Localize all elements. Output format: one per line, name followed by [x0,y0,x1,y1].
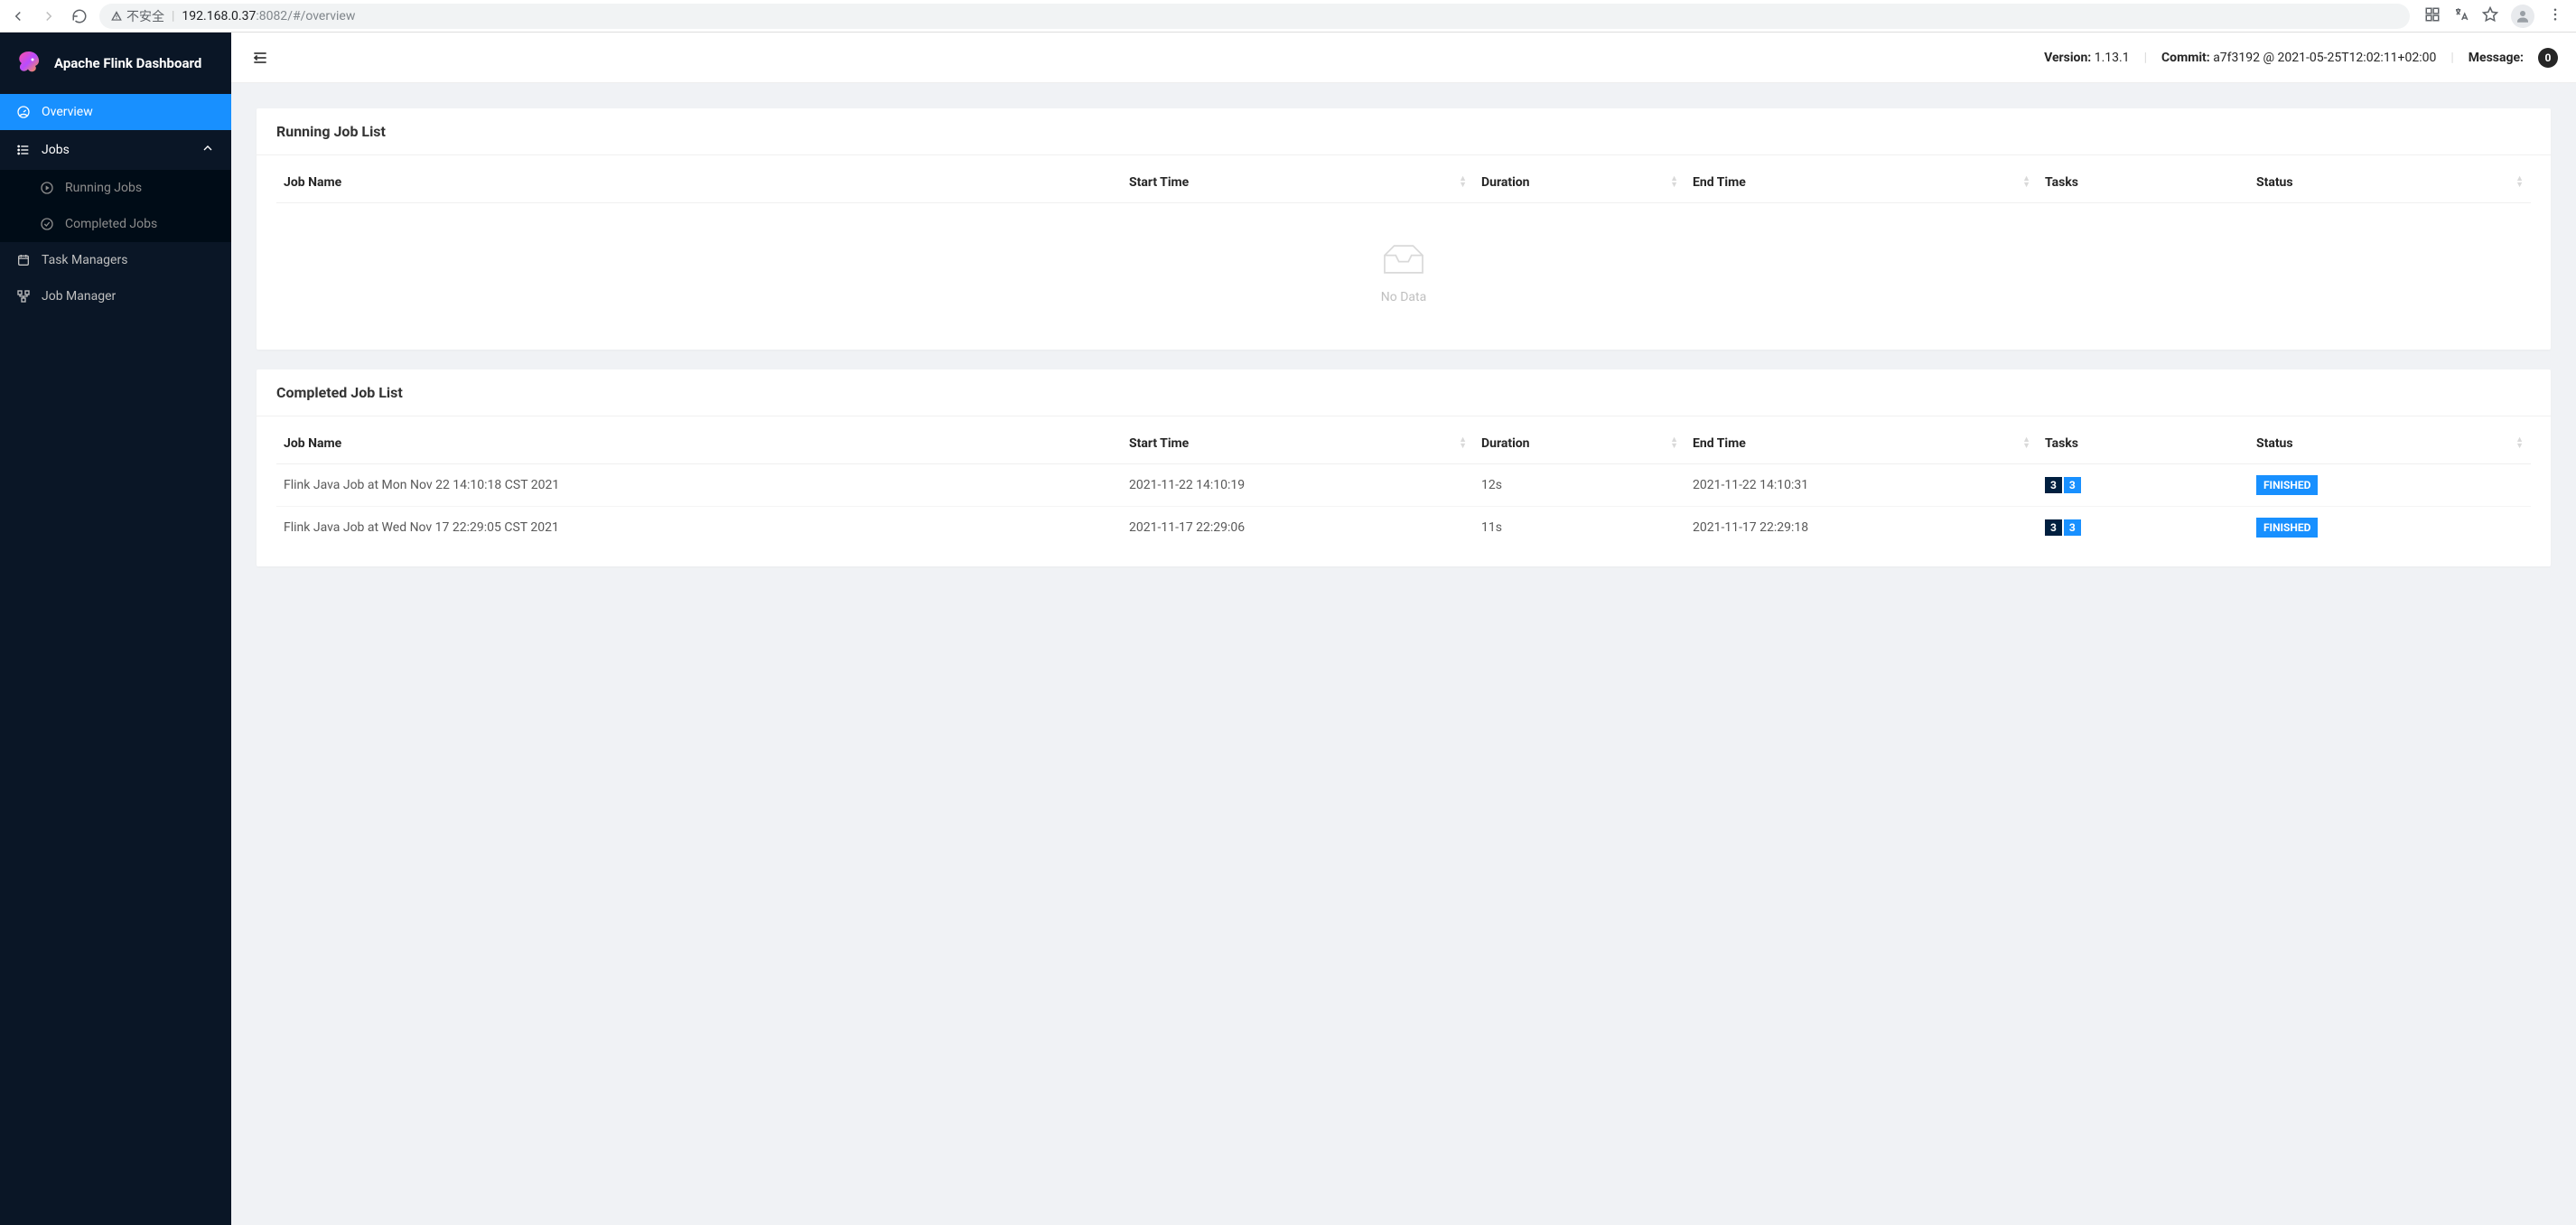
cell-tasks: 33 [2038,507,2249,549]
col-job-name[interactable]: Job Name [276,163,1122,203]
brand-title: Apache Flink Dashboard [54,55,201,71]
bookmark-star-icon[interactable] [2482,6,2498,26]
cell-start-time: 2021-11-22 14:10:19 [1122,464,1474,507]
empty-state: No Data [276,203,2531,332]
col-job-name[interactable]: Job Name [276,424,1122,464]
completed-job-list-card: Completed Job List Job Name Start Time▲▼… [257,369,2551,566]
cell-end-time: 2021-11-22 14:10:31 [1685,464,2038,507]
sidebar-item-label: Jobs [42,143,70,157]
reload-button[interactable] [69,5,90,27]
list-icon [16,143,31,157]
cluster-icon [16,289,31,304]
chevron-up-icon [201,141,215,159]
sort-icon: ▲▼ [2022,176,2030,189]
col-status[interactable]: Status▲▼ [2249,163,2531,203]
check-circle-icon [40,217,54,231]
col-duration[interactable]: Duration▲▼ [1474,424,1685,464]
cell-duration: 12s [1474,464,1685,507]
sort-icon: ▲▼ [2022,437,2030,450]
browser-chrome-bar: 不安全 | 192.168.0.37:8082/#/overview [0,0,2576,33]
insecure-site-indicator: 不安全 [110,7,164,25]
commit-block: Commit: a7f3192 @ 2021-05-25T12:02:11+02… [2161,51,2436,65]
col-end-time[interactable]: End Time▲▼ [1685,424,2038,464]
sidebar-item-label: Completed Jobs [65,217,157,231]
cell-duration: 11s [1474,507,1685,549]
sidebar-item-label: Overview [42,105,93,119]
col-start-time[interactable]: Start Time▲▼ [1122,424,1474,464]
status-badge: FINISHED [2256,518,2318,538]
sidebar-collapse-button[interactable] [249,47,271,69]
table-row[interactable]: Flink Java Job at Mon Nov 22 14:10:18 CS… [276,464,2531,507]
cell-job-name: Flink Java Job at Wed Nov 17 22:29:05 CS… [276,507,1122,549]
completed-jobs-table: Job Name Start Time▲▼ Duration▲▼ End Tim… [276,424,2531,548]
sidebar-item-completed-jobs[interactable]: Completed Jobs [0,206,231,242]
translate-icon[interactable] [2453,6,2469,26]
table-row[interactable]: Flink Java Job at Wed Nov 17 22:29:05 CS… [276,507,2531,549]
play-circle-icon [40,181,54,195]
sort-icon: ▲▼ [1459,437,1467,450]
col-tasks[interactable]: Tasks [2038,424,2249,464]
sort-icon: ▲▼ [1670,437,1678,450]
browser-action-icons [2419,5,2569,28]
cell-job-name: Flink Java Job at Mon Nov 22 14:10:18 CS… [276,464,1122,507]
cell-start-time: 2021-11-17 22:29:06 [1122,507,1474,549]
col-tasks[interactable]: Tasks [2038,163,2249,203]
version-block: Version: 1.13.1 [2044,51,2129,65]
sort-icon: ▲▼ [1670,176,1678,189]
card-header: Completed Job List [257,369,2551,416]
sort-icon: ▲▼ [2515,176,2524,189]
sidebar-item-overview[interactable]: Overview [0,94,231,130]
running-jobs-table: Job Name Start Time▲▼ Duration▲▼ End Tim… [276,163,2531,203]
status-badge: FINISHED [2256,475,2318,495]
brand[interactable]: Apache Flink Dashboard [0,33,231,94]
sidebar-item-job-manager[interactable]: Job Manager [0,278,231,314]
sidebar-submenu-jobs: Running Jobs Completed Jobs [0,170,231,242]
back-button[interactable] [7,5,29,27]
sidebar: Apache Flink Dashboard Overview Jobs Run… [0,33,231,1225]
message-count-badge[interactable]: 0 [2538,48,2558,68]
sidebar-item-label: Running Jobs [65,181,142,195]
col-end-time[interactable]: End Time▲▼ [1685,163,2038,203]
insecure-label: 不安全 [126,7,164,25]
sidebar-item-label: Job Manager [42,289,116,304]
cell-tasks: 33 [2038,464,2249,507]
empty-box-icon [1378,239,1429,279]
sidebar-item-jobs[interactable]: Jobs [0,130,231,170]
col-status[interactable]: Status▲▼ [2249,424,2531,464]
sidebar-menu: Overview Jobs Running Jobs Completed Job… [0,94,231,314]
sidebar-item-running-jobs[interactable]: Running Jobs [0,170,231,206]
sidebar-item-task-managers[interactable]: Task Managers [0,242,231,278]
col-start-time[interactable]: Start Time▲▼ [1122,163,1474,203]
sort-icon: ▲▼ [1459,176,1467,189]
topbar: Version: 1.13.1 | Commit: a7f3192 @ 2021… [231,33,2576,83]
col-duration[interactable]: Duration▲▼ [1474,163,1685,203]
main-area: Version: 1.13.1 | Commit: a7f3192 @ 2021… [231,33,2576,1225]
forward-button[interactable] [38,5,60,27]
profile-avatar-icon[interactable] [2511,5,2534,28]
sidebar-item-label: Task Managers [42,253,127,267]
cell-end-time: 2021-11-17 22:29:18 [1685,507,2038,549]
empty-label: No Data [1381,290,1426,304]
url-text: 192.168.0.37:8082/#/overview [182,9,355,23]
kebab-menu-icon[interactable] [2547,6,2563,26]
flink-logo-icon [14,49,43,78]
address-bar[interactable]: 不安全 | 192.168.0.37:8082/#/overview [99,4,2410,29]
sort-icon: ▲▼ [2515,437,2524,450]
cell-status: FINISHED [2249,464,2531,507]
message-block: Message: [2469,51,2524,65]
cell-status: FINISHED [2249,507,2531,549]
menu-fold-icon [251,49,269,67]
schedule-icon [16,253,31,267]
card-header: Running Job List [257,108,2551,155]
install-app-icon[interactable] [2424,6,2441,26]
dashboard-icon [16,105,31,119]
running-job-list-card: Running Job List Job Name Start Time▲▼ D… [257,108,2551,350]
